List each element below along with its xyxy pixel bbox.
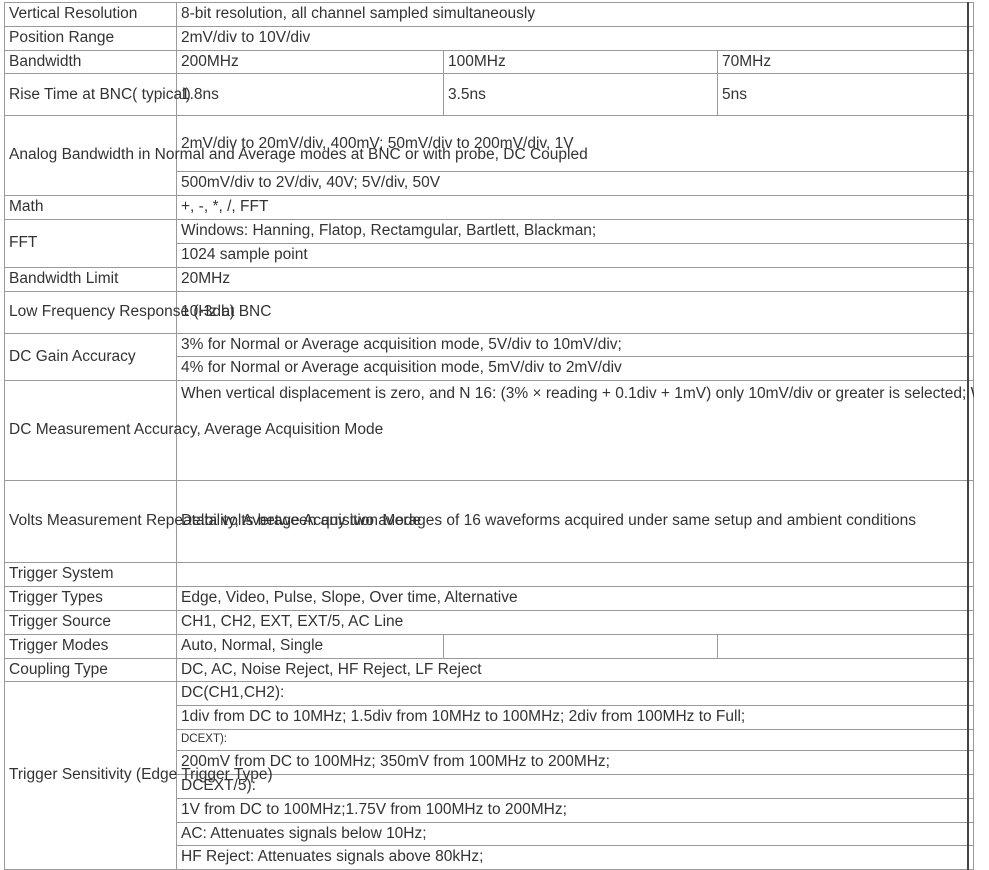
table-row: DC Gain Accuracy 3% for Normal or Averag…: [4, 332, 975, 382]
sheet-right-edge: [966, 25, 975, 51]
sheet-right-edge: [966, 266, 975, 292]
sheet-right-edge: [966, 586, 975, 611]
row-value-analog-bandwidth-line2: 500mV/div to 2V/div, 40V; 5V/div, 50V: [175, 171, 969, 197]
table-row: Bandwidth 200MHz 100MHz 70MHz: [4, 49, 975, 75]
spec-sheet: Vertical Resolution 8-bit resolution, al…: [0, 0, 989, 870]
row-label-bandwidth-limit: Bandwidth Limit: [4, 266, 177, 292]
table-row: Analog Bandwidth in Normal and Average m…: [4, 115, 975, 197]
row-value-analog-bandwidth-line1: 2mV/div to 20mV/div, 400mV; 50mV/div to …: [175, 115, 969, 173]
table-row: Bandwidth Limit 20MHz: [4, 266, 975, 292]
row-value-bandwidth-limit: 20MHz: [175, 266, 969, 292]
row-value-trigger-source: CH1, CH2, EXT, EXT/5, AC Line: [175, 609, 969, 635]
row-value-fft-sample-point: 1024 sample point: [175, 242, 969, 268]
sheet-right-edge: [966, 73, 975, 117]
right-margin: [974, 0, 989, 809]
row-label-fft: FFT: [4, 219, 177, 268]
row-value-coupling-type: DC, AC, Noise Reject, HF Reject, LF Reje…: [175, 657, 969, 683]
table-row: Rise Time at BNC( typical) 1.8ns 3.5ns 5…: [4, 73, 975, 117]
trigger-sensitivity-line-1: 1div from DC to 10MHz; 1.5div from 10MHz…: [175, 705, 969, 731]
sheet-right-edge: [966, 797, 975, 823]
row-label-trigger-sensitivity: Trigger Sensitivity (Edge Trigger Type): [4, 681, 273, 870]
row-label-trigger-system: Trigger System: [4, 562, 177, 588]
trigger-sensitivity-line-7: HF Reject: Attenuates signals above 80kH…: [175, 845, 969, 870]
row-value-rise-time-3: 5ns: [716, 73, 969, 117]
row-value-volts-measurement-repeatability: Delta volts between any two averages of …: [175, 480, 969, 564]
row-value-low-frequency-response: 10Hz at BNC: [175, 290, 969, 334]
row-value-fft-windows: Windows: Hanning, Flatop, Rectamgular, B…: [175, 219, 969, 244]
row-label-low-frequency-response: Low Frequency Response (-3db): [4, 290, 235, 334]
sheet-right-edge: [966, 332, 975, 358]
row-label-dc-gain-accuracy: DC Gain Accuracy: [4, 332, 177, 382]
table-row: Trigger Sensitivity (Edge Trigger Type) …: [4, 681, 975, 870]
sheet-right-edge: [966, 845, 975, 870]
trigger-sensitivity-line-6: AC: Attenuates signals below 10Hz;: [175, 821, 969, 847]
row-label-dc-measurement-accuracy: DC Measurement Accuracy, Average Acquisi…: [4, 380, 383, 482]
row-value-vertical-resolution: 8-bit resolution, all channel sampled si…: [175, 2, 969, 27]
row-value-dc-gain-accuracy-line1: 3% for Normal or Average acquisition mod…: [175, 332, 969, 358]
row-label-position-range: Position Range: [4, 25, 177, 51]
specification-table: Vertical Resolution 8-bit resolution, al…: [4, 2, 989, 870]
row-value-dc-gain-accuracy-line2: 4% for Normal or Average acquisition mod…: [175, 356, 969, 382]
row-label-trigger-source: Trigger Source: [4, 609, 177, 635]
row-value-trigger-modes-2: [443, 633, 718, 659]
table-row: Trigger System: [4, 562, 975, 588]
trigger-sensitivity-line-4: DCEXT/5):: [175, 773, 969, 799]
row-value-trigger-types: Edge, Video, Pulse, Slope, Over time, Al…: [175, 586, 969, 611]
row-label-volts-measurement-repeatability: Volts Measurement Repeatability, Average…: [4, 480, 421, 564]
row-label-math: Math: [4, 195, 177, 221]
sheet-right-edge: [966, 49, 975, 75]
sheet-right-edge: [966, 657, 975, 683]
row-value-rise-time-2: 3.5ns: [443, 73, 718, 117]
table-row: Math +, -, *, /, FFT: [4, 195, 975, 221]
row-label-analog-bandwidth: Analog Bandwidth in Normal and Average m…: [4, 115, 588, 197]
sheet-right-edge: [966, 705, 975, 731]
sheet-right-edge: [966, 195, 975, 221]
table-row: Trigger Modes Auto, Normal, Single: [4, 633, 975, 659]
trigger-sensitivity-line-2: DCEXT):: [175, 729, 969, 752]
row-label-bandwidth: Bandwidth: [4, 49, 177, 75]
table-row: Low Frequency Response (-3db) 10Hz at BN…: [4, 290, 975, 334]
table-row: Trigger Types Edge, Video, Pulse, Slope,…: [4, 586, 975, 611]
sheet-right-edge: [966, 562, 975, 588]
sheet-right-edge: [966, 773, 975, 799]
sheet-right-edge: [966, 290, 975, 334]
sheet-right-edge: [966, 171, 975, 197]
row-value-trigger-modes-1: Auto, Normal, Single: [176, 633, 444, 659]
sheet-right-edge: [966, 633, 975, 659]
table-row: Vertical Resolution 8-bit resolution, al…: [4, 2, 975, 27]
row-label-trigger-types: Trigger Types: [4, 586, 177, 611]
row-label-trigger-modes: Trigger Modes: [4, 633, 177, 659]
sheet-right-edge: [966, 219, 975, 244]
table-row: Trigger Source CH1, CH2, EXT, EXT/5, AC …: [4, 609, 975, 635]
table-row: DC Measurement Accuracy, Average Acquisi…: [4, 380, 989, 482]
trigger-sensitivity-line-3: 200mV from DC to 100MHz; 350mV from 100M…: [175, 750, 969, 775]
row-value-position-range: 2mV/div to 10V/div: [175, 25, 969, 51]
table-row: FFT Windows: Hanning, Flatop, Rectamgula…: [4, 219, 975, 268]
sheet-right-edge: [966, 2, 975, 27]
row-label-vertical-resolution: Vertical Resolution: [4, 2, 177, 27]
sheet-right-edge: [966, 480, 975, 564]
sheet-right-edge: [966, 115, 975, 173]
row-value-bandwidth-100mhz: 100MHz: [443, 49, 718, 75]
row-value-bandwidth-200mhz: 200MHz: [176, 49, 444, 75]
table-row: Coupling Type DC, AC, Noise Reject, HF R…: [4, 657, 975, 683]
row-value-math: +, -, *, /, FFT: [175, 195, 969, 221]
sheet-right-edge: [966, 750, 975, 775]
row-label-rise-time: Rise Time at BNC( typical): [4, 73, 191, 117]
sheet-right-edge: [966, 609, 975, 635]
sheet-right-edge: [966, 242, 975, 268]
sheet-right-edge: [966, 821, 975, 847]
sheet-right-edge: [966, 729, 975, 752]
trigger-sensitivity-line-5: 1V from DC to 100MHz;1.75V from 100MHz t…: [175, 797, 969, 823]
row-value-trigger-modes-3: [716, 633, 969, 659]
trigger-sensitivity-line-0: DC(CH1,CH2):: [175, 681, 969, 707]
row-value-rise-time-1: 1.8ns: [176, 73, 444, 117]
sheet-right-edge: [966, 356, 975, 382]
table-row: Volts Measurement Repeatability, Average…: [4, 480, 975, 564]
sheet-right-edge: [966, 681, 975, 707]
row-value-bandwidth-70mhz: 70MHz: [716, 49, 969, 75]
table-row: Position Range 2mV/div to 10V/div: [4, 25, 975, 51]
row-label-coupling-type: Coupling Type: [4, 657, 177, 683]
row-value-trigger-system: [175, 562, 969, 588]
